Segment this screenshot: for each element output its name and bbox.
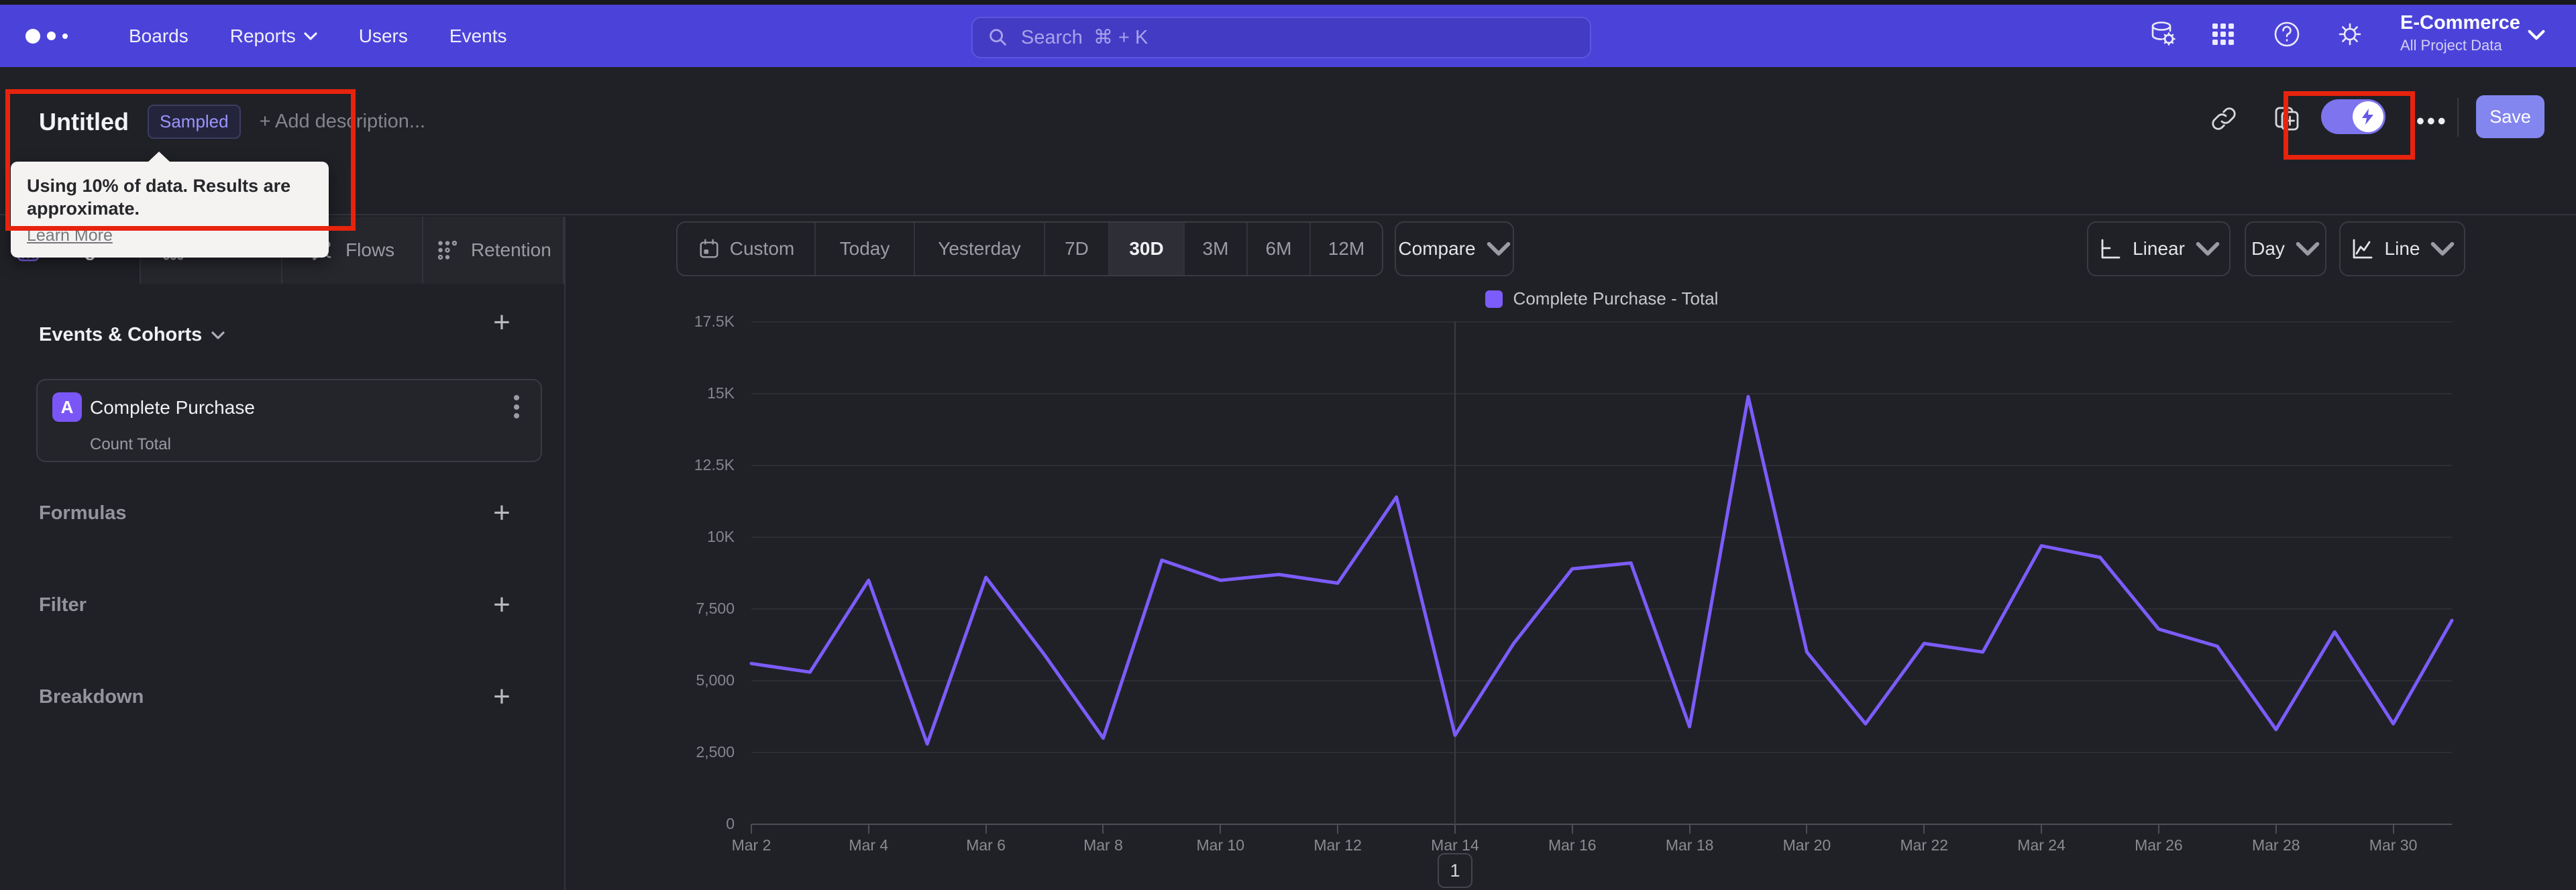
y-axis-label: 7,500 <box>696 600 735 617</box>
x-axis-tick <box>1454 824 1456 834</box>
x-axis-tick <box>1102 824 1104 834</box>
y-axis-label: 2,500 <box>696 743 735 761</box>
x-axis-label: Mar 16 <box>1548 836 1597 854</box>
x-axis-tick <box>2041 824 2043 834</box>
x-axis-label: Mar 30 <box>2369 836 2418 854</box>
x-axis-tick <box>1220 824 1222 834</box>
x-axis-label: Mar 10 <box>1196 836 1245 854</box>
y-axis-label: 5,000 <box>696 671 735 689</box>
series-line-complete-purchase <box>749 394 2454 746</box>
x-axis-label: Mar 18 <box>1665 836 1714 854</box>
y-axis-label: 10K <box>707 528 735 545</box>
x-axis-label: Mar 22 <box>1900 836 1949 854</box>
x-axis-tick <box>751 824 752 834</box>
x-axis-tick <box>1571 824 1573 834</box>
x-axis-label: Mar 28 <box>2251 836 2300 854</box>
x-axis-tick <box>1337 824 1339 834</box>
x-axis-label: Mar 20 <box>1782 836 1831 854</box>
x-axis-tick <box>2157 824 2159 834</box>
x-axis-label: Mar 24 <box>2017 836 2065 854</box>
x-axis-tick <box>1923 824 1925 834</box>
x-axis-label: Mar 26 <box>2135 836 2183 854</box>
x-axis-tick <box>2392 824 2394 834</box>
tooltip-arrow <box>148 152 170 162</box>
chart-canvas[interactable] <box>749 322 2454 824</box>
y-axis-label: 0 <box>726 815 735 832</box>
x-axis-label: Mar 14 <box>1431 836 1479 854</box>
learn-more-link[interactable]: Learn More <box>27 226 113 245</box>
sampling-tooltip: Using 10% of data. Results are approxima… <box>11 152 329 258</box>
x-axis-tick <box>1806 824 1808 834</box>
line-chart: 0 2,500 5,000 7,500 10K 12.5K 15K 17.5K Mar 2 Mar… <box>0 0 2576 890</box>
x-axis-label: Mar 8 <box>1083 836 1123 854</box>
pagination-page-1[interactable]: 1 <box>1438 853 1472 888</box>
x-axis-label: Mar 4 <box>849 836 889 854</box>
y-axis-label: 12.5K <box>694 456 735 474</box>
y-axis-label: 15K <box>707 384 735 402</box>
x-axis-tick <box>867 824 869 834</box>
app-window: Boards Reports Users Events E-Commerce A… <box>0 0 2576 890</box>
x-axis-tick <box>2275 824 2277 834</box>
x-axis-tick <box>1688 824 1690 834</box>
x-axis-tick <box>985 824 987 834</box>
x-axis-label: Mar 6 <box>966 836 1006 854</box>
y-axis-label: 17.5K <box>694 313 735 330</box>
x-axis-label: Mar 12 <box>1313 836 1362 854</box>
tooltip-text: Using 10% of data. Results are approxima… <box>27 176 291 219</box>
x-axis-label: Mar 2 <box>731 836 771 854</box>
